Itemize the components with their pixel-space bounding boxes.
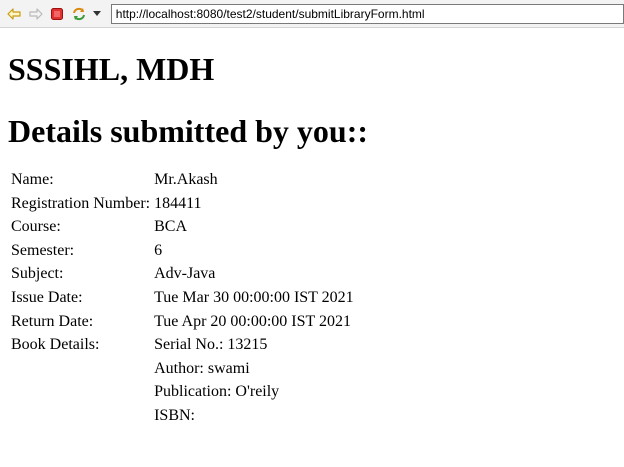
empty-cell <box>10 405 151 427</box>
institution-heading: SSSIHL, MDH <box>8 51 215 87</box>
empty-cell <box>10 381 151 403</box>
page-content: SSSIHL, MDH Details submitted by you:: N… <box>0 28 624 429</box>
field-value-name: Mr.Akash <box>154 171 218 188</box>
field-value-subject: Adv-Java <box>154 265 216 283</box>
table-row: Publication: O'reily <box>10 381 355 403</box>
table-row: Course: BCA <box>10 216 355 238</box>
field-label-return-date: Return Date: <box>11 312 94 330</box>
table-row: Book Details: Serial No.: 13215 <box>10 334 355 356</box>
field-value-book-isbn: ISBN: <box>154 406 195 424</box>
field-value-semester: 6 <box>154 241 163 259</box>
field-value-book-author: Author: swami <box>154 359 250 377</box>
page-title: Details submitted by you:: <box>8 113 369 149</box>
field-label-name: Name: <box>11 171 54 188</box>
table-row: Registration Number: 184411 <box>10 193 355 215</box>
field-value-registration: 184411 <box>154 194 202 212</box>
field-value-course: BCA <box>154 218 187 236</box>
field-label-course: Course: <box>11 218 61 236</box>
field-value-return-date: Tue Apr 20 00:00:00 IST 2021 <box>154 312 352 330</box>
field-label-semester: Semester: <box>11 241 75 259</box>
field-label-subject: Subject: <box>11 265 64 283</box>
refresh-icon[interactable] <box>69 4 89 24</box>
table-row: ISBN: <box>10 405 355 427</box>
dropdown-arrow-icon[interactable] <box>91 4 103 24</box>
table-row: Return Date: Tue Apr 20 00:00:00 IST 202… <box>10 311 355 333</box>
table-row: Issue Date: Tue Mar 30 00:00:00 IST 2021 <box>10 287 355 309</box>
table-row: Subject: Adv-Java <box>10 263 355 285</box>
back-icon[interactable] <box>4 4 24 24</box>
details-table: Name: Mr.Akash Registration Number: 1844… <box>8 167 357 429</box>
field-value-book-serial: Serial No.: 13215 <box>154 336 268 354</box>
table-row: Semester: 6 <box>10 240 355 262</box>
field-label-book-details: Book Details: <box>11 336 100 354</box>
browser-toolbar: http://localhost:8080/test2/student/subm… <box>0 0 624 28</box>
forward-icon[interactable] <box>26 4 46 24</box>
empty-cell <box>10 358 151 380</box>
field-value-book-publication: Publication: O'reily <box>154 383 280 401</box>
table-row: Name: Mr.Akash <box>10 169 355 191</box>
stop-icon[interactable] <box>47 4 67 24</box>
field-label-issue-date: Issue Date: <box>11 288 83 306</box>
table-row: Author: swami <box>10 358 355 380</box>
field-value-issue-date: Tue Mar 30 00:00:00 IST 2021 <box>154 288 354 306</box>
address-bar[interactable]: http://localhost:8080/test2/student/subm… <box>110 3 624 24</box>
field-label-registration: Registration Number: <box>11 194 151 212</box>
